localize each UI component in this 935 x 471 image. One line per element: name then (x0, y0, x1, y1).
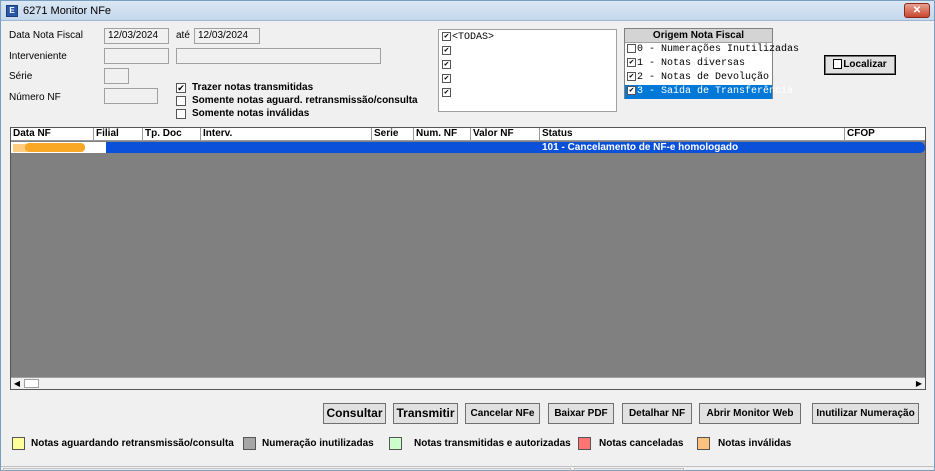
data-nota-fiscal-label: Data Nota Fiscal (9, 30, 83, 41)
checkbox[interactable]: ✔ (442, 74, 451, 83)
checkbox[interactable]: ✔ (442, 32, 451, 41)
numero-nf-label: Número NF (9, 92, 61, 103)
scroll-thumb[interactable] (24, 379, 39, 388)
scroll-right-icon[interactable]: ▶ (913, 378, 925, 389)
scroll-left-icon[interactable]: ◀ (11, 378, 23, 389)
col-cfop[interactable]: CFOP (845, 128, 925, 140)
list-item[interactable]: ✔ (442, 60, 452, 74)
origem-item-3[interactable]: ✔ 3 - Saída de Transferência (625, 85, 793, 99)
checkbox[interactable]: ✔ (627, 85, 636, 95)
list-item[interactable]: ✔ (442, 74, 452, 88)
col-interv[interactable]: Interv. (201, 128, 372, 140)
col-data-nf[interactable]: Data NF (11, 128, 94, 140)
checkbox[interactable] (627, 43, 636, 53)
col-serie[interactable]: Serie (372, 128, 414, 140)
cancelar-nfe-button[interactable]: Cancelar NFe (465, 403, 540, 424)
ate-label: até (176, 30, 190, 41)
checkbox[interactable]: ✔ (442, 60, 451, 69)
col-num-nf[interactable]: Num. NF (414, 128, 471, 140)
somente-invalidas-label: Somente notas inválidas (192, 108, 310, 119)
list-item[interactable]: ✔ (442, 46, 452, 60)
checkbox[interactable]: ✔ (442, 46, 451, 55)
legend-label-inutilizadas: Numeração inutilizadas (262, 438, 374, 449)
baixar-pdf-button[interactable]: Baixar PDF (548, 403, 614, 424)
trazer-transmitidas-checkbox[interactable]: ✔ (176, 83, 186, 93)
legend-swatch-inutilizadas (243, 437, 256, 450)
legend-swatch-invalidas (697, 437, 710, 450)
serie-label: Série (9, 71, 33, 82)
trazer-transmitidas-label: Trazer notas transmitidas (192, 82, 314, 93)
abrir-monitor-web-button[interactable]: Abrir Monitor Web (699, 403, 801, 424)
col-status[interactable]: Status (540, 128, 845, 140)
cell-data-nf (11, 142, 94, 153)
interveniente-name-field[interactable] (176, 48, 381, 64)
legend-label-autorizadas: Notas transmitidas e autorizadas (414, 438, 571, 449)
interveniente-code-field[interactable] (104, 48, 169, 64)
inutilizar-numeracao-button[interactable]: Inutilizar Numeração (812, 403, 919, 424)
date-from-field[interactable]: 12/03/2024 (104, 28, 169, 44)
origem-item-1[interactable]: ✔ 1 - Notas diversas (625, 57, 772, 71)
somente-aguard-label: Somente notas aguard. retransmissão/cons… (192, 95, 418, 106)
table-row[interactable]: 101 - Cancelamento de NF-e homologado (11, 142, 925, 153)
somente-invalidas-checkbox[interactable] (176, 109, 186, 119)
title-bar: E 6271 Monitor NFe ✕ (1, 1, 934, 21)
monitor-nfe-window: E 6271 Monitor NFe ✕ Data Nota Fiscal 12… (0, 0, 935, 471)
status-bar (1, 466, 934, 471)
transmitir-button[interactable]: Transmitir (393, 403, 458, 424)
selected-row-highlight (94, 142, 925, 153)
legend-label-invalidas: Notas inválidas (718, 438, 792, 449)
localizar-button[interactable]: Localizar (824, 55, 896, 75)
checkbox[interactable]: ✔ (627, 57, 636, 67)
window-title: 6271 Monitor NFe (23, 5, 112, 17)
legend-label-aguardando: Notas aguardando retransmissão/consulta (31, 438, 234, 449)
col-tp-doc[interactable]: Tp. Doc (143, 128, 201, 140)
serie-field[interactable] (104, 68, 129, 84)
legend-label-canceladas: Notas canceladas (599, 438, 684, 449)
checkbox[interactable]: ✔ (442, 88, 451, 97)
legend-swatch-canceladas (578, 437, 591, 450)
horizontal-scrollbar[interactable]: ◀ ▶ (11, 377, 925, 389)
origem-nota-fiscal-list[interactable]: Origem Nota Fiscal 0 - Numerações Inutil… (624, 28, 799, 99)
numero-nf-field[interactable] (104, 88, 158, 104)
origem-item-2[interactable]: ✔ 2 - Notas de Devolução (625, 71, 772, 85)
consultar-button[interactable]: Consultar (323, 403, 386, 424)
search-document-icon (833, 59, 843, 70)
checkbox[interactable]: ✔ (627, 71, 636, 81)
close-button[interactable]: ✕ (904, 3, 930, 18)
notas-grid[interactable]: Data NF Filial Tp. Doc Interv. Serie Num… (10, 127, 926, 390)
invalid-highlight (25, 143, 85, 152)
filial-checklist[interactable]: ✔ <TODAS> ✔ ✔ ✔ ✔ (438, 29, 617, 112)
date-to-field[interactable]: 12/03/2024 (194, 28, 260, 44)
app-icon: E (6, 5, 18, 17)
col-valor-nf[interactable]: Valor NF (471, 128, 540, 140)
somente-aguard-checkbox[interactable] (176, 96, 186, 106)
interveniente-label: Interveniente (9, 51, 67, 62)
origem-title: Origem Nota Fiscal (625, 29, 772, 43)
grid-header: Data NF Filial Tp. Doc Interv. Serie Num… (11, 128, 925, 141)
col-filial[interactable]: Filial (94, 128, 143, 140)
origem-item-0[interactable]: 0 - Numerações Inutilizadas (625, 43, 799, 57)
detalhar-nf-button[interactable]: Detalhar NF (622, 403, 692, 424)
list-item[interactable]: ✔ <TODAS> (442, 32, 494, 46)
list-item[interactable]: ✔ (442, 88, 452, 102)
legend-swatch-autorizadas (389, 437, 402, 450)
legend-swatch-aguardando (12, 437, 25, 450)
cell-status: 101 - Cancelamento de NF-e homologado (542, 142, 739, 153)
